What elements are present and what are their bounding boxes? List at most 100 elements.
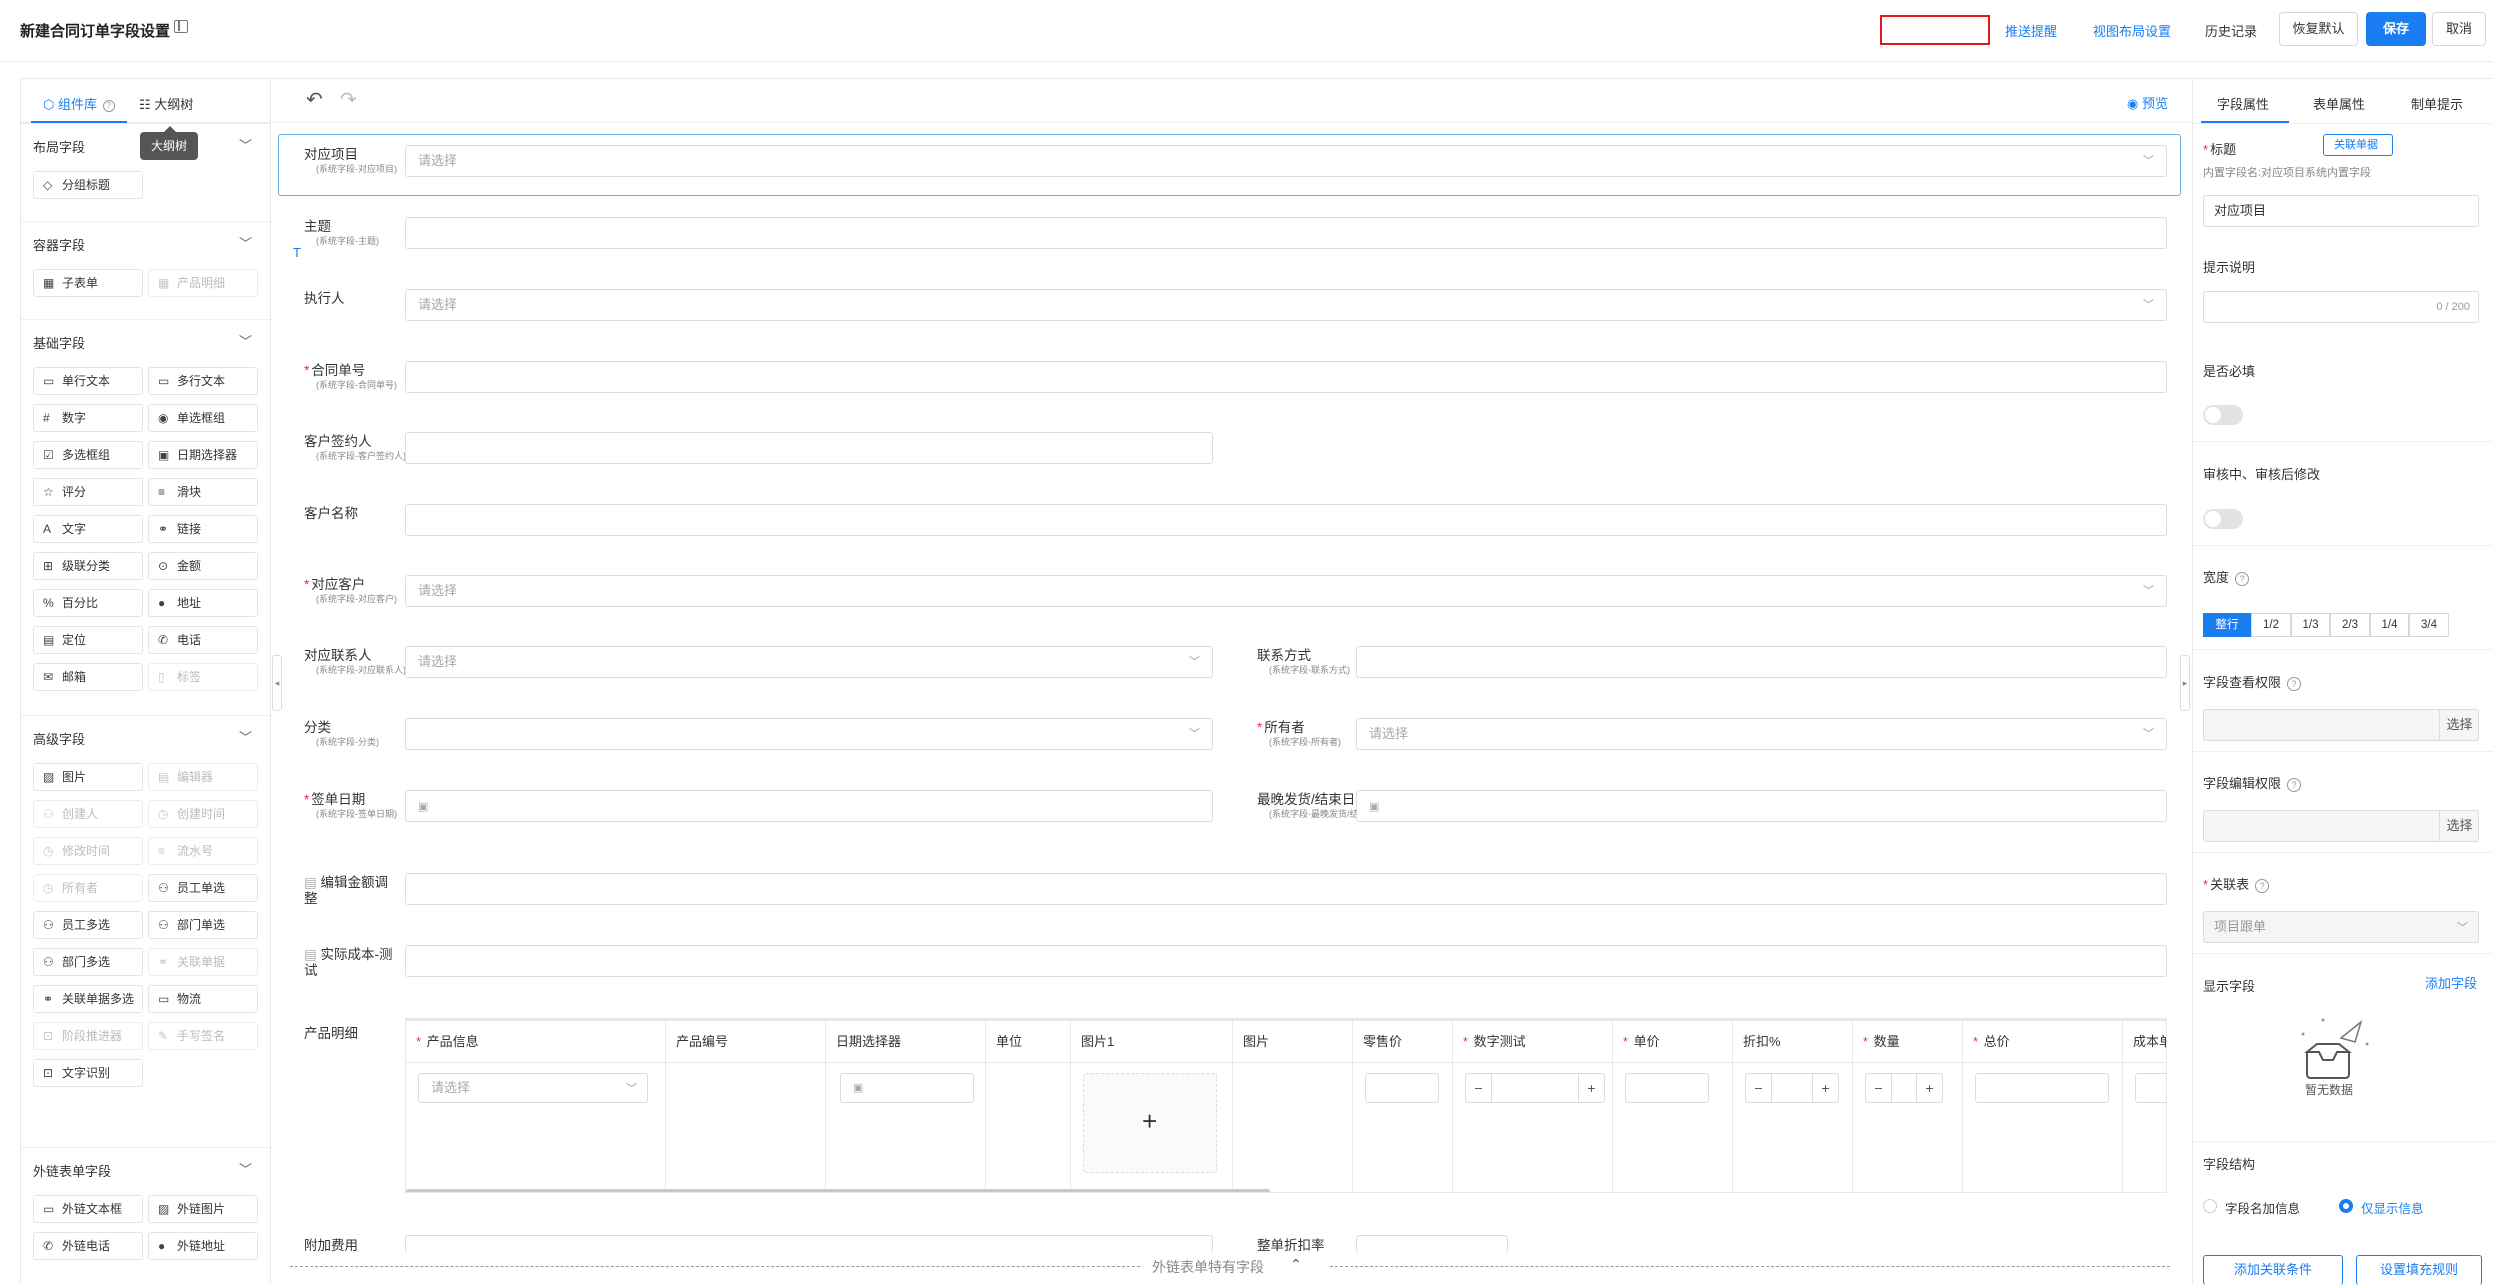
- external-section-divider[interactable]: 外链表单特有字段 ⌃: [290, 1256, 2170, 1276]
- radio-name-info[interactable]: [2203, 1199, 2217, 1213]
- field-input[interactable]: [405, 945, 2167, 977]
- view-layout-link[interactable]: 视图布局设置: [2093, 21, 2171, 40]
- image-upload[interactable]: +: [1083, 1073, 1217, 1173]
- component-2-13[interactable]: ● 地址: [148, 589, 258, 617]
- collapse-left-handle[interactable]: ◂: [272, 655, 282, 711]
- field-input[interactable]: 请选择 ﹀: [405, 145, 2167, 177]
- component-2-2[interactable]: # 数字: [33, 404, 143, 432]
- group-header[interactable]: 高级字段 ﹀: [21, 715, 270, 755]
- tab-field-props[interactable]: 字段属性: [2217, 94, 2269, 113]
- edit-perm-input[interactable]: [2203, 810, 2479, 842]
- component-2-4[interactable]: ☑ 多选框组: [33, 441, 143, 469]
- history-link[interactable]: 历史记录: [2205, 21, 2257, 40]
- required-toggle[interactable]: [2203, 405, 2243, 425]
- component-2-12[interactable]: % 百分比: [33, 589, 143, 617]
- component-2-8[interactable]: A 文字: [33, 515, 143, 543]
- component-3-10[interactable]: ⚇ 部门多选: [33, 948, 143, 976]
- tab-form-hint[interactable]: 制单提示: [2411, 94, 2463, 113]
- field-input[interactable]: [1356, 646, 2167, 678]
- component-2-7[interactable]: ≡ 滑块: [148, 478, 258, 506]
- width-option[interactable]: 2/3: [2330, 613, 2370, 637]
- push-reminder-link[interactable]: 推送提醒: [2005, 21, 2057, 40]
- component-2-6[interactable]: ☆ 评分: [33, 478, 143, 506]
- component-2-15[interactable]: ✆ 电话: [148, 626, 258, 654]
- retail-price-input[interactable]: [1365, 1073, 1439, 1103]
- field-input[interactable]: ▣: [1356, 790, 2167, 822]
- field-input[interactable]: 请选择 ﹀: [1356, 718, 2167, 750]
- unit-price-input[interactable]: [1625, 1073, 1709, 1103]
- product-select[interactable]: 请选择 ﹀: [418, 1073, 648, 1103]
- edit-perm-choose-button[interactable]: 选择: [2439, 810, 2479, 842]
- view-perm-choose-button[interactable]: 选择: [2439, 709, 2479, 741]
- component-3-7[interactable]: ⚇ 员工单选: [148, 874, 258, 902]
- view-perm-input[interactable]: [2203, 709, 2479, 741]
- component-1-0[interactable]: ▦ 子表单: [33, 269, 143, 297]
- component-3-0[interactable]: ▨ 图片: [33, 763, 143, 791]
- field-input[interactable]: 请选择 ﹀: [405, 289, 2167, 321]
- group-header[interactable]: 容器字段 ﹀: [21, 221, 270, 261]
- component-2-10[interactable]: ⊞ 级联分类: [33, 552, 143, 580]
- save-button[interactable]: 保存: [2366, 12, 2426, 46]
- number-stepper[interactable]: − +: [1865, 1073, 1943, 1103]
- component-3-12[interactable]: ⚭ 关联单据多选: [33, 985, 143, 1013]
- component-2-11[interactable]: ⊙ 金额: [148, 552, 258, 580]
- component-2-5[interactable]: ▣ 日期选择器: [148, 441, 258, 469]
- add-link-condition-button[interactable]: 添加关联条件: [2203, 1255, 2343, 1285]
- field-input[interactable]: [405, 432, 1213, 464]
- width-option[interactable]: 1/4: [2370, 613, 2409, 637]
- cancel-button[interactable]: 取消: [2432, 12, 2486, 46]
- field-input[interactable]: ﹀: [405, 718, 1213, 750]
- preview-button[interactable]: ◉ 预览: [2127, 93, 2168, 112]
- component-2-14[interactable]: ▤ 定位: [33, 626, 143, 654]
- radio-info-only[interactable]: [2339, 1199, 2353, 1213]
- component-2-9[interactable]: ⚭ 链接: [148, 515, 258, 543]
- tab-components[interactable]: ⬡ 组件库 ?: [43, 94, 115, 113]
- component-3-16[interactable]: ⊡ 文字识别: [33, 1059, 143, 1087]
- link-document-button[interactable]: 关联单据: [2323, 134, 2393, 156]
- add-field-link[interactable]: 添加字段: [2425, 973, 2477, 992]
- field-input[interactable]: [405, 217, 2167, 249]
- field-input[interactable]: 请选择 ﹀: [405, 646, 1213, 678]
- component-2-3[interactable]: ◉ 单选框组: [148, 404, 258, 432]
- field-input[interactable]: [405, 361, 2167, 393]
- component-2-16[interactable]: ✉ 邮箱: [33, 663, 143, 691]
- component-4-2[interactable]: ✆ 外链电话: [33, 1232, 143, 1260]
- date-picker[interactable]: ▣: [840, 1073, 974, 1103]
- collapse-right-handle[interactable]: ▸: [2180, 655, 2190, 711]
- table-scrollbar[interactable]: [406, 1189, 1270, 1192]
- number-stepper[interactable]: − +: [1745, 1073, 1839, 1103]
- total-price-input[interactable]: [1975, 1073, 2109, 1103]
- undo-icon[interactable]: ↶: [306, 87, 323, 112]
- group-header[interactable]: 外链表单字段 ﹀: [21, 1147, 270, 1187]
- restore-default-button[interactable]: 恢复默认: [2279, 12, 2358, 46]
- width-option[interactable]: 1/3: [2291, 613, 2330, 637]
- cost-input[interactable]: [2135, 1073, 2166, 1103]
- layout-icon[interactable]: [174, 20, 188, 33]
- extra-fee-input[interactable]: [405, 1235, 1213, 1253]
- tab-form-props[interactable]: 表单属性: [2313, 94, 2365, 113]
- field-input[interactable]: [405, 504, 2167, 536]
- field-input[interactable]: ▣: [405, 790, 1213, 822]
- link-table-select[interactable]: 项目跟单: [2203, 911, 2479, 943]
- component-4-1[interactable]: ▨ 外链图片: [148, 1195, 258, 1223]
- redo-icon[interactable]: ↷: [340, 87, 357, 112]
- component-3-13[interactable]: ▭ 物流: [148, 985, 258, 1013]
- fill-rule-button[interactable]: 设置填充规则: [2356, 1255, 2482, 1285]
- field-input[interactable]: 请选择 ﹀: [405, 575, 2167, 607]
- tab-outline[interactable]: ☷ 大纲树: [139, 94, 193, 113]
- width-option[interactable]: 整行: [2203, 613, 2251, 637]
- title-input[interactable]: 对应项目: [2203, 195, 2479, 227]
- component-4-0[interactable]: ▭ 外链文本框: [33, 1195, 143, 1223]
- discount-input[interactable]: [1356, 1235, 1508, 1253]
- field-input[interactable]: [405, 873, 2167, 905]
- number-stepper[interactable]: − +: [1465, 1073, 1605, 1103]
- component-2-0[interactable]: ▭ 单行文本: [33, 367, 143, 395]
- component-0-0[interactable]: ◇ 分组标题: [33, 171, 143, 199]
- desc-input[interactable]: 0 / 200: [2203, 291, 2479, 323]
- audit-toggle[interactable]: [2203, 509, 2243, 529]
- component-4-3[interactable]: ● 外链地址: [148, 1232, 258, 1260]
- width-option[interactable]: 3/4: [2409, 613, 2449, 637]
- width-option[interactable]: 1/2: [2251, 613, 2291, 637]
- group-header[interactable]: 基础字段 ﹀: [21, 319, 270, 359]
- component-2-1[interactable]: ▭ 多行文本: [148, 367, 258, 395]
